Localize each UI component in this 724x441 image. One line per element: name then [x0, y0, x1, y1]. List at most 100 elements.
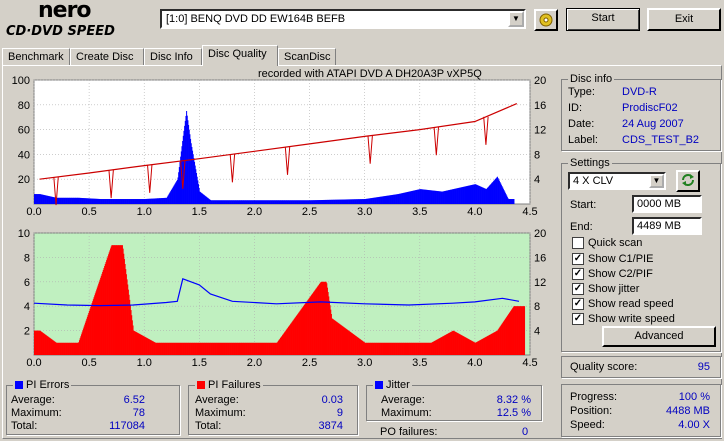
y-right-tick-label: 8: [534, 149, 540, 161]
show-c1-label: Show C1/PIE: [588, 253, 654, 266]
chevron-down-icon[interactable]: ▼: [508, 11, 524, 27]
pi-failures-title-text: PI Failures: [208, 379, 261, 391]
logo-sub-text: CD·DVD SPEED: [6, 24, 115, 39]
pie-max-value: 78: [132, 407, 145, 419]
y-left-tick-label: 10: [18, 228, 30, 240]
y-left-tick-label: 20: [18, 174, 30, 186]
plot-area: [33, 79, 531, 205]
logo-nero-text: nero: [38, 0, 92, 23]
pie-avg-value: 6.52: [123, 394, 145, 406]
quick-scan-checkbox[interactable]: [572, 237, 584, 250]
pi-failures-title: PI Failures: [195, 379, 263, 391]
pie-swatch-icon: [15, 381, 23, 390]
tab-scandisc[interactable]: ScanDisc: [278, 48, 336, 66]
y-right-tick-label: 20: [534, 228, 546, 240]
show-c2-checkbox[interactable]: ✓: [572, 268, 584, 281]
settings-group: Settings 4 X CLV ▼ Start: 0000 MB End: 4…: [561, 157, 721, 352]
tab-create-disc[interactable]: Create Disc: [70, 48, 144, 66]
drive-info-button[interactable]: [534, 9, 558, 31]
jitter-group: Jitter Average: 8.32 % Maximum: 12.5 %: [366, 379, 542, 421]
show-jitter-label: Show jitter: [588, 283, 640, 296]
y-right-tick-label: 12: [534, 125, 546, 137]
y-right-tick-label: 4: [534, 174, 540, 186]
quick-scan-option[interactable]: Quick scan: [572, 237, 642, 250]
po-failures-label: PO failures:: [380, 426, 438, 438]
type-label: Type:: [568, 86, 595, 98]
x-tick-label: 1.5: [192, 357, 207, 368]
refresh-button[interactable]: [676, 170, 700, 192]
show-write-option[interactable]: ✓ Show write speed: [572, 313, 675, 326]
pi-errors-title-text: PI Errors: [26, 379, 70, 391]
y-left-tick-label: 100: [12, 75, 30, 87]
quality-score-label: Quality score:: [570, 361, 638, 373]
speed-select-value: 4 X CLV: [573, 175, 614, 187]
tab-disc-quality[interactable]: Disc Quality: [202, 45, 278, 66]
show-write-label: Show write speed: [588, 313, 675, 326]
advanced-button[interactable]: Advanced: [602, 326, 716, 347]
jitter-title-text: Jitter: [386, 379, 410, 391]
disc-info-title: Disc info: [568, 73, 615, 85]
end-input[interactable]: 4489 MB: [632, 217, 702, 235]
y-left-tick-label: 8: [24, 252, 30, 264]
y-left-tick-label: 40: [18, 149, 30, 161]
y-right-tick-label: 16: [534, 100, 546, 112]
nero-logo: nero CD·DVD SPEED: [4, 0, 154, 42]
x-tick-label: 0.5: [81, 206, 96, 218]
bar: [513, 199, 515, 204]
x-tick-label: 3.5: [412, 206, 427, 218]
type-value: DVD-R: [622, 86, 657, 98]
start-button[interactable]: Start: [566, 8, 640, 31]
show-c2-option[interactable]: ✓ Show C2/PIF: [572, 268, 653, 281]
show-c1-option[interactable]: ✓ Show C1/PIE: [572, 253, 654, 266]
drive-select[interactable]: [1:0] BENQ DVD DD EW164B BEFB ▼: [160, 9, 526, 29]
x-tick-label: 4.5: [522, 206, 537, 218]
speed-label: Speed:: [570, 419, 605, 431]
y-left-tick-label: 60: [18, 125, 30, 137]
x-tick-label: 4.5: [522, 357, 537, 368]
y-right-tick-label: 8: [534, 301, 540, 313]
show-jitter-option[interactable]: ✓ Show jitter: [572, 283, 640, 296]
show-jitter-checkbox[interactable]: ✓: [572, 283, 584, 296]
show-c2-label: Show C2/PIF: [588, 268, 653, 281]
settings-title: Settings: [568, 157, 612, 169]
show-c1-checkbox[interactable]: ✓: [572, 253, 584, 266]
date-label: Date:: [568, 118, 595, 130]
pie-avg-label: Average:: [11, 394, 55, 406]
x-tick-label: 2.0: [247, 357, 262, 368]
speed-select[interactable]: 4 X CLV ▼: [568, 172, 666, 190]
x-tick-label: 1.0: [137, 357, 152, 368]
exit-button[interactable]: Exit: [647, 8, 721, 31]
po-failures-value: 0: [522, 426, 529, 438]
tab-disc-info[interactable]: Disc Info: [144, 48, 202, 66]
show-read-checkbox[interactable]: ✓: [572, 298, 584, 311]
x-tick-label: 0.0: [26, 357, 41, 368]
x-tick-label: 3.0: [357, 206, 372, 218]
pif-total-label: Total:: [195, 420, 222, 432]
x-tick-label: 1.0: [137, 206, 152, 218]
y-left-tick-label: 4: [24, 301, 30, 313]
pif-max-label: Maximum:: [195, 407, 246, 419]
show-read-option[interactable]: ✓ Show read speed: [572, 298, 674, 311]
jitter-max-label: Maximum:: [381, 407, 432, 419]
tab-benchmark[interactable]: Benchmark: [2, 48, 70, 66]
quality-score-group: Quality score: 95: [561, 356, 721, 378]
y-left-tick-label: 2: [24, 326, 30, 338]
pi-errors-group: PI Errors Average: 6.52 Maximum: 78 Tota…: [6, 379, 180, 435]
x-tick-label: 2.5: [302, 206, 317, 218]
y-right-tick-label: 12: [534, 277, 546, 289]
show-read-label: Show read speed: [588, 298, 674, 311]
pie-max-label: Maximum:: [11, 407, 62, 419]
position-value: 4488 MB: [665, 405, 710, 417]
pif-avg-value: 0.03: [321, 394, 343, 406]
x-tick-label: 2.5: [302, 357, 317, 368]
show-write-checkbox[interactable]: ✓: [572, 313, 584, 326]
x-tick-label: 2.0: [247, 206, 262, 218]
pif-swatch-icon: [197, 381, 205, 390]
id-label: ID:: [568, 102, 583, 114]
x-tick-label: 3.5: [412, 357, 427, 368]
jitter-swatch-icon: [375, 381, 383, 390]
disc-icon: [539, 13, 553, 27]
start-input[interactable]: 0000 MB: [632, 195, 702, 213]
y-left-tick-label: 80: [18, 100, 30, 112]
chevron-down-icon[interactable]: ▼: [649, 174, 664, 188]
